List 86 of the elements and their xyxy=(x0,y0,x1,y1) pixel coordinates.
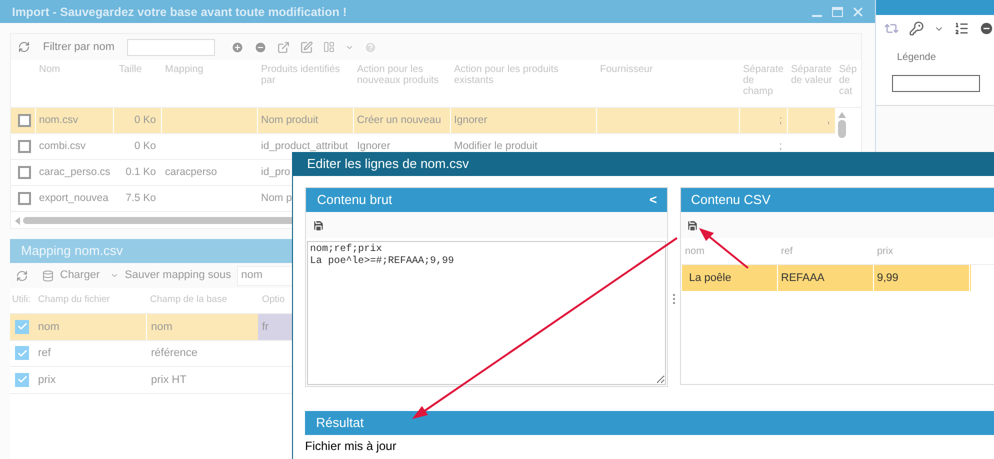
check-icon xyxy=(16,374,28,386)
column-header: Produits identifiés par xyxy=(260,64,341,88)
checkbox[interactable] xyxy=(18,166,31,179)
column-header: Optio xyxy=(261,293,286,308)
table-cell: ; xyxy=(739,108,787,133)
column-header: Séparate de champ xyxy=(742,64,785,99)
table-cell: 7.5 Ko xyxy=(113,186,161,211)
result-message: Fichier mis à jour xyxy=(305,438,398,455)
repeat-icon[interactable] xyxy=(884,21,899,36)
table-row[interactable]: nom.csv 0 Ko Nom produit Créer un nouveau Ignorer ; , xyxy=(11,108,835,134)
checkbox[interactable] xyxy=(15,320,29,334)
table-cell: carac_perso.cs xyxy=(35,160,113,185)
table-cell: Créer un nouveau xyxy=(353,108,450,133)
layout-icon[interactable] xyxy=(322,41,335,53)
refresh-icon[interactable] xyxy=(16,270,28,282)
save-icon[interactable] xyxy=(312,218,325,232)
edit-icon[interactable] xyxy=(300,40,313,54)
external-link-icon[interactable] xyxy=(276,40,290,54)
numbered-list-icon[interactable] xyxy=(954,21,969,36)
key-icon[interactable] xyxy=(909,21,924,36)
splitter-handle-icon[interactable] xyxy=(673,294,675,304)
table-cell: 0.1 Ko xyxy=(113,160,161,185)
table-row[interactable]: La poêle REFAAA 9,99 xyxy=(682,265,971,291)
check-icon xyxy=(16,321,28,332)
field-label: Légende xyxy=(897,51,937,65)
add-icon[interactable] xyxy=(230,40,244,54)
collapse-button[interactable]: < xyxy=(649,190,657,210)
filter-label: Filtrer par nom xyxy=(43,40,115,55)
refresh-icon[interactable] xyxy=(18,41,30,53)
column-header: Sép de cat xyxy=(838,64,855,99)
checkbox[interactable] xyxy=(18,140,31,153)
scrollbar-thumb[interactable] xyxy=(838,120,846,138)
database-icon[interactable] xyxy=(42,270,54,282)
table-cell: 0 Ko xyxy=(113,108,161,133)
close-icon[interactable] xyxy=(853,6,863,16)
column-header: Action pour les produits existants xyxy=(453,64,560,88)
filter-field[interactable] xyxy=(126,38,215,56)
column-header: Fournisseur xyxy=(599,64,654,77)
table-cell: nom.csv xyxy=(35,108,113,133)
checkbox[interactable] xyxy=(18,114,31,127)
column-header: Action pour les nouveaux produits xyxy=(356,64,440,88)
table-cell: Ignorer xyxy=(450,108,596,133)
column-header: Nom xyxy=(38,64,62,77)
table-cell: prix HT xyxy=(146,367,258,392)
column-header: prix xyxy=(876,244,894,258)
checkbox[interactable] xyxy=(15,372,29,387)
input-field[interactable] xyxy=(892,75,980,92)
table-cell: La poêle xyxy=(682,265,778,291)
column-header: Mapping xyxy=(164,64,204,77)
table-cell: 9,99 xyxy=(874,265,970,291)
minus-icon[interactable] xyxy=(979,21,994,36)
checkbox[interactable] xyxy=(15,346,29,360)
save-as-label: Sauver mapping sous xyxy=(124,268,232,284)
table-cell-text: prix xyxy=(37,372,57,388)
column-header: Champ du fichier xyxy=(37,293,111,308)
table-cell-text: nom xyxy=(37,320,60,334)
column-header: Champ de la base xyxy=(149,293,228,308)
raw-content-field[interactable]: nom;ref;prix La poe^le>=#;REFAAA;9,99 xyxy=(307,241,666,385)
panel-title: Mapping nom.csv xyxy=(21,242,123,260)
save-icon[interactable] xyxy=(686,218,699,232)
check-icon xyxy=(16,348,28,359)
table-cell: export_nouvea xyxy=(35,186,113,211)
table-cell: caracperso xyxy=(161,160,257,185)
panel-title: Résultat xyxy=(316,414,364,432)
remove-icon[interactable] xyxy=(254,40,267,54)
column-header: Taille xyxy=(118,64,143,77)
caret-icon[interactable] xyxy=(110,271,119,280)
help-icon[interactable] xyxy=(364,40,377,54)
scroll-left-icon[interactable] xyxy=(15,216,20,224)
panel-title: Contenu CSV xyxy=(691,191,770,210)
table-cell: Nom produit xyxy=(257,108,353,133)
table-cell: , xyxy=(787,108,835,133)
checkbox[interactable] xyxy=(18,192,31,205)
column-header: ref xyxy=(780,244,794,258)
load-button[interactable]: Charger xyxy=(60,267,100,284)
table-cell: 0 Ko xyxy=(113,134,161,159)
maximize-icon[interactable] xyxy=(832,6,843,16)
column-header: nom xyxy=(684,244,706,258)
table-cell: REFAAA xyxy=(778,265,874,291)
window-title: Import - Sauvegardez votre base avant toute modification ! xyxy=(12,4,347,20)
table-cell-text: ref xyxy=(37,346,52,361)
scroll-up-icon[interactable] xyxy=(838,112,846,118)
column-header: Séparate de valeur xyxy=(790,64,834,88)
table-cell: référence xyxy=(146,340,258,366)
column-header: Utili: xyxy=(11,293,32,308)
table-cell: combi.csv xyxy=(35,134,113,159)
